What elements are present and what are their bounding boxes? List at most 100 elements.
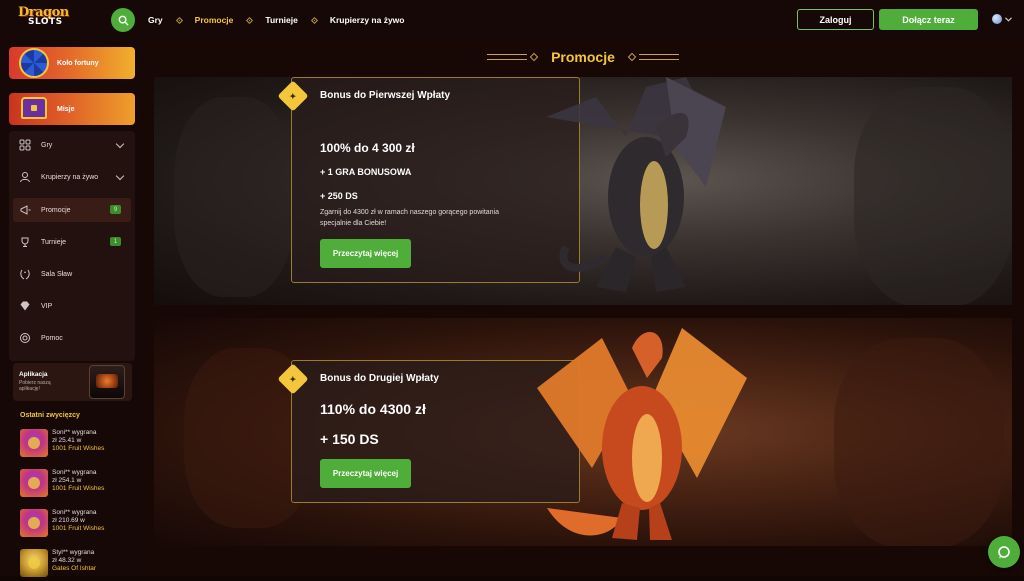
tournaments-count-badge: 1 <box>110 237 121 246</box>
live-dealer-icon <box>19 171 31 183</box>
winner-item[interactable]: Soni** wygrana zł 254.1 w 1001 Fruit Wis… <box>20 467 135 501</box>
language-selector[interactable] <box>992 14 1012 24</box>
megaphone-icon <box>19 204 31 216</box>
winner-name: Styl** wygrana <box>52 549 95 556</box>
nav-item-live-dealers[interactable]: Krupierzy na żywo <box>330 15 405 25</box>
ornament-right-icon <box>638 54 679 60</box>
background-rock <box>174 97 294 297</box>
dark-dragon-image <box>546 77 726 292</box>
promo-title: Bonus do Pierwszej Wpłaty <box>320 90 451 101</box>
winner-name: Soni** wygrana <box>52 509 97 516</box>
winner-amount: zł 254.1 w <box>52 477 82 484</box>
phone-app-image <box>89 365 125 399</box>
ornament-diamond-icon <box>627 52 637 62</box>
sidebar-menu: Gry Krupierzy na żywo Promocje 9 Turniej… <box>9 131 135 361</box>
promo-line1: 110% do 4300 zł <box>320 401 426 417</box>
logo-line2: SLOTS <box>28 17 63 27</box>
promotions-count-badge: 9 <box>110 205 121 214</box>
search-button[interactable] <box>111 8 135 32</box>
game-thumbnail <box>20 469 48 497</box>
sidebar-item-label: Pomoc <box>41 334 63 342</box>
sidebar-item-label: Promocje <box>41 206 71 214</box>
promo-banner-second-deposit: ✦ Bonus do Drugiej Wpłaty 110% do 4300 z… <box>154 318 1012 546</box>
winner-game[interactable]: 1001 Fruit Wishes <box>52 485 104 492</box>
sidebar-item-help[interactable]: Pomoc <box>13 326 131 350</box>
wheel-label: Koło fortuny <box>57 59 99 67</box>
section-header: Promocje <box>142 49 1024 65</box>
nav-item-games[interactable]: Gry <box>148 15 163 25</box>
sidebar-item-label: Turnieje <box>41 238 67 246</box>
sidebar-item-games[interactable]: Gry <box>13 133 131 157</box>
promo-description: Zgarnij do 4300 zł w ramach naszego gorą… <box>320 209 499 227</box>
main-nav: Gry Promocje Turnieje Krupierzy na żywo <box>148 0 404 40</box>
laurel-icon <box>19 268 31 280</box>
sidebar-item-label: Gry <box>41 141 53 149</box>
fire-dragon-image <box>537 328 747 540</box>
main-content: Promocje ✦ Bonus do Pierwszej Wpłaty 100… <box>142 40 1024 576</box>
sidebar-item-live-dealers[interactable]: Krupierzy na żywo <box>13 165 131 189</box>
ornament-left-icon <box>487 54 528 60</box>
missions-label: Misje <box>57 105 75 113</box>
join-button[interactable]: Dołącz teraz <box>879 9 978 30</box>
game-thumbnail <box>20 549 48 577</box>
sidebar-item-label: Krupierzy na żywo <box>41 173 99 181</box>
megaphone-icon: ✦ <box>277 80 309 112</box>
missions-card[interactable]: Misje <box>9 93 135 125</box>
chevron-down-icon <box>1005 16 1012 22</box>
winner-name: Soni** wygrana <box>52 469 97 476</box>
winner-game[interactable]: 1001 Fruit Wishes <box>52 525 104 532</box>
sidebar-item-label: VIP <box>41 302 53 310</box>
nav-item-promotions[interactable]: Promocje <box>195 15 234 25</box>
chevron-down-icon[interactable] <box>115 139 125 149</box>
app-subtitle: Pobierz naszą aplikację! <box>19 380 51 392</box>
nav-item-tournaments[interactable]: Turnieje <box>265 15 297 25</box>
promo-line2: + 150 DS <box>320 431 379 447</box>
fortune-wheel-icon <box>19 48 49 78</box>
promo-line2: + 1 GRA BONUSOWA <box>320 167 412 177</box>
winner-game[interactable]: Gates Of Ishtar <box>52 565 96 572</box>
game-thumbnail <box>20 509 48 537</box>
winner-item[interactable]: Soni** wygrana zł 210.69 w 1001 Fruit Wi… <box>20 507 135 541</box>
nav-separator-icon <box>246 16 254 24</box>
diamond-icon <box>19 300 31 312</box>
sidebar-item-vip[interactable]: VIP <box>13 294 131 318</box>
background-rock <box>854 87 1012 305</box>
winner-item[interactable]: Soni** wygrana zł 25.41 w 1001 Fruit Wis… <box>20 427 135 461</box>
read-more-button[interactable]: Przeczytaj więcej <box>320 239 411 268</box>
search-icon <box>118 15 129 26</box>
winner-amount: zł 48.32 w <box>52 557 82 564</box>
read-more-button[interactable]: Przeczytaj więcej <box>320 459 411 488</box>
games-icon <box>19 139 31 151</box>
app-title: Aplikacja <box>19 371 48 378</box>
ornament-diamond-icon <box>529 52 539 62</box>
background-rock <box>834 338 1004 546</box>
sidebar: Koło fortuny Misje Gry Krupierzy na żywo… <box>0 40 142 577</box>
chevron-down-icon[interactable] <box>115 171 125 181</box>
nav-separator-icon <box>175 16 183 24</box>
chat-bubble-icon <box>998 546 1010 558</box>
help-icon <box>19 332 31 344</box>
recent-winners-title: Ostatni zwycięzcy <box>20 412 80 419</box>
nav-separator-icon <box>310 16 318 24</box>
winner-amount: zł 25.41 w <box>52 437 82 444</box>
login-button[interactable]: Zaloguj <box>797 9 874 30</box>
promo-line1: 100% do 4 300 zł <box>320 141 415 155</box>
live-chat-button[interactable] <box>988 536 1020 568</box>
sidebar-item-hall-of-fame[interactable]: Sala Sław <box>13 262 131 286</box>
promo-line3: + 250 DS <box>320 191 358 201</box>
promo-banner-first-deposit: ✦ Bonus do Pierwszej Wpłaty 100% do 4 30… <box>154 77 1012 305</box>
dragon-slots-logo[interactable]: Dragon SLOTS <box>18 6 80 32</box>
winner-amount: zł 210.69 w <box>52 517 85 524</box>
wheel-of-fortune-card[interactable]: Koło fortuny <box>9 47 135 79</box>
globe-icon <box>992 14 1002 24</box>
winner-game[interactable]: 1001 Fruit Wishes <box>52 445 104 452</box>
treasure-chest-icon <box>21 97 47 119</box>
sidebar-item-label: Sala Sław <box>41 270 73 278</box>
promo-title: Bonus do Drugiej Wpłaty <box>320 373 439 384</box>
game-thumbnail <box>20 429 48 457</box>
app-download-card[interactable]: Aplikacja Pobierz naszą aplikację! <box>13 363 132 401</box>
sidebar-item-promotions[interactable]: Promocje 9 <box>13 198 131 222</box>
top-bar: Dragon SLOTS Gry Promocje Turnieje Krupi… <box>0 0 1024 40</box>
tournament-icon <box>19 236 31 248</box>
sidebar-item-tournaments[interactable]: Turnieje 1 <box>13 230 131 254</box>
